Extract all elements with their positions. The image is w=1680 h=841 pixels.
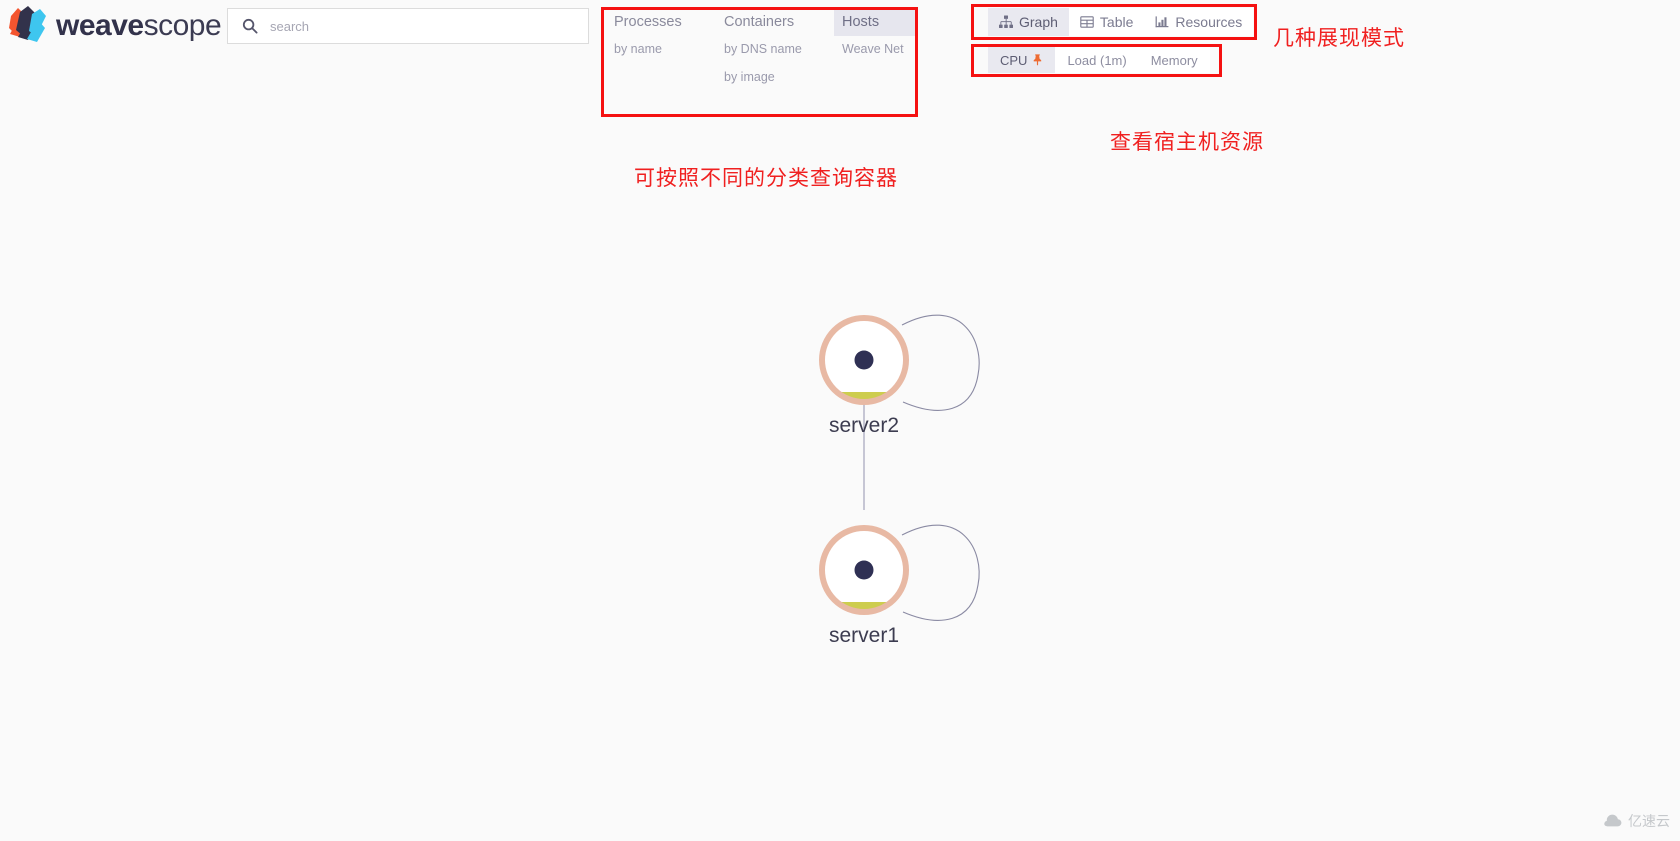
watermark: 亿速云 [1603, 811, 1670, 831]
weavescope-logo-icon [9, 6, 46, 42]
graph-node-server1[interactable] [819, 525, 909, 616]
topology-suboption-processes-by-name[interactable]: by name [606, 36, 706, 64]
graph-svg [819, 314, 980, 621]
view-mode-table-button[interactable]: Table [1069, 8, 1144, 36]
graph-node-server2[interactable] [819, 315, 909, 406]
app-header: weavescope Processes by name Containers … [0, 0, 1680, 120]
graph-edge-self-loop-server2 [901, 314, 980, 411]
logo-text: weavescope [56, 9, 222, 42]
view-mode-resources-label: Resources [1175, 14, 1243, 30]
sitemap-icon [999, 15, 1013, 28]
metric-selector-toolbar: CPU Load (1m) Memory [988, 47, 1210, 73]
view-mode-graph-button[interactable]: Graph [988, 8, 1069, 36]
topology-suboption-hosts-weave-net[interactable]: Weave Net [834, 36, 916, 64]
metric-cpu-label: CPU [1000, 52, 1028, 68]
cloud-icon [1604, 814, 1622, 827]
topology-column-containers: Containers by DNS name by image [716, 8, 824, 91]
watermark-text: 亿速云 [1628, 814, 1670, 830]
node-center-dot-server1 [854, 560, 874, 580]
topology-item-hosts[interactable]: Hosts [834, 8, 916, 37]
app-logo[interactable]: weavescope [8, 4, 222, 48]
logo-scope-text: scope [143, 9, 222, 42]
view-mode-toolbar: Graph Table Resources [988, 8, 1254, 36]
table-icon [1080, 16, 1094, 28]
topology-column-hosts: Hosts Weave Net [834, 8, 916, 64]
topology-suboption-containers-by-dns-name[interactable]: by DNS name [716, 36, 824, 64]
view-mode-resources-button[interactable]: Resources [1144, 8, 1253, 36]
view-mode-graph-label: Graph [1019, 14, 1058, 30]
graph-edge-self-loop-server1 [901, 524, 980, 621]
view-mode-table-label: Table [1099, 14, 1134, 30]
metric-cpu-button[interactable]: CPU [988, 47, 1056, 73]
graph-node-label-server1[interactable]: server1 [734, 624, 994, 648]
topology-suboption-containers-by-image[interactable]: by image [716, 64, 824, 92]
metric-load-button[interactable]: Load (1m) [1055, 47, 1138, 73]
search-icon [242, 18, 258, 34]
topology-item-containers[interactable]: Containers [716, 8, 824, 36]
annotation-text-view-modes: 几种展现模式 [1273, 26, 1405, 50]
metric-load-label: Load (1m) [1067, 52, 1127, 68]
metric-memory-button[interactable]: Memory [1139, 47, 1210, 73]
barchart-icon [1155, 16, 1169, 28]
metric-memory-label: Memory [1150, 52, 1198, 68]
search-input[interactable] [270, 18, 570, 34]
search-box[interactable] [227, 8, 589, 44]
node-center-dot-server2 [854, 350, 874, 370]
topology-selector: Processes by name Containers by DNS name… [606, 8, 926, 91]
graph-node-label-server2[interactable]: server2 [734, 414, 994, 438]
pin-icon[interactable] [1032, 54, 1043, 66]
topology-item-processes[interactable]: Processes [606, 8, 706, 36]
logo-weave-text: weave [56, 9, 144, 42]
topology-graph-canvas[interactable]: server2 server1 [0, 150, 1680, 750]
topology-column-processes: Processes by name [606, 8, 706, 64]
